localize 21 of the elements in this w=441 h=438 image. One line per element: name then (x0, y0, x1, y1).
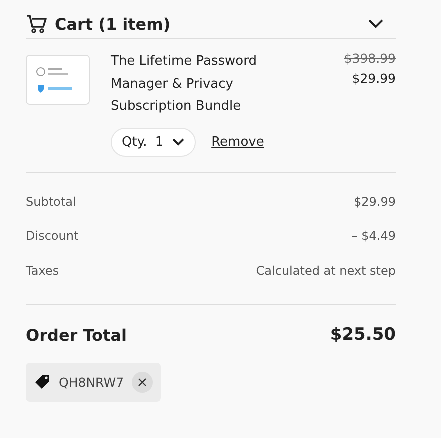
cart-title: Cart (1 item) (55, 14, 172, 34)
summary-value: – $4.49 (352, 229, 396, 244)
close-icon (138, 378, 148, 387)
summary-label: Discount (26, 229, 79, 244)
chevron-icon (172, 138, 185, 146)
product-name[interactable]: The Lifetime Password Manager & Privacy Subscription Bundle (111, 51, 281, 118)
coupon-code: QH8NRW7 (59, 375, 124, 390)
tag-icon (34, 374, 51, 391)
chevron-icon[interactable] (368, 19, 384, 29)
remove-link[interactable]: Remove (212, 134, 264, 150)
summary-label: Taxes (26, 264, 60, 278)
summary-label: Subtotal (26, 194, 76, 209)
summary-value: $29.99 (354, 194, 396, 209)
total-value: $25.50 (330, 325, 396, 345)
total-label: Order Total (26, 326, 127, 344)
original-price: $398.99 (344, 50, 396, 68)
close-button[interactable] (132, 372, 154, 393)
cart-icon (26, 14, 48, 34)
price: $29.99 (351, 70, 396, 88)
summary-value: Calculated at next step (256, 264, 396, 278)
quantity-dropdown[interactable]: Qty. 1 (111, 128, 196, 156)
